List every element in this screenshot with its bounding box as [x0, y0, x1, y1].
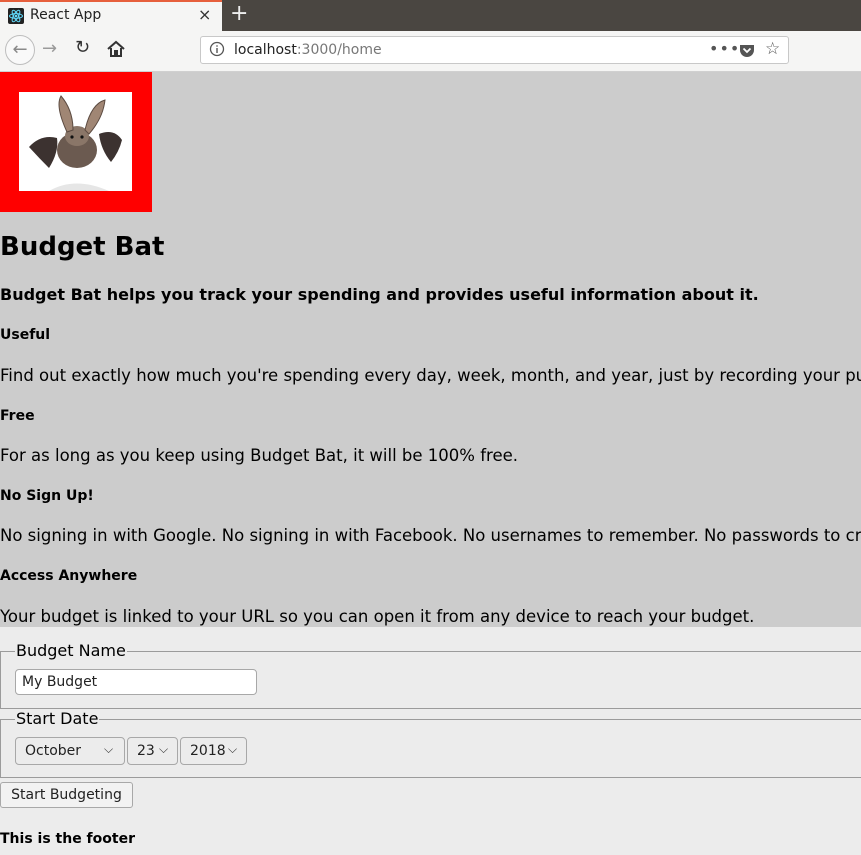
chevron-down-icon: ⌵: [159, 742, 169, 756]
budget-name-input[interactable]: [15, 669, 257, 695]
month-select[interactable]: October ⌵: [15, 737, 125, 765]
chevron-down-icon: ⌵: [228, 742, 238, 756]
info-icon[interactable]: [209, 41, 225, 57]
year-select[interactable]: 2018 ⌵: [180, 737, 247, 765]
tab-title: React App: [30, 7, 102, 23]
browser-navbar: ← → ↻ localhost:3000/home ••• ☆: [0, 31, 861, 72]
address-bar[interactable]: localhost:3000/home ••• ☆: [200, 36, 789, 64]
chevron-down-icon: ⌵: [104, 742, 114, 756]
feature-text-free: For as long as you keep using Budget Bat…: [0, 446, 518, 465]
feature-heading-useful: Useful: [0, 327, 51, 343]
browser-tab[interactable]: React App ×: [0, 0, 222, 31]
browser-tab-strip: React App × +: [0, 0, 861, 31]
reload-icon[interactable]: ↻: [75, 37, 90, 58]
page-content: Budget Bat Budget Bat helps you track yo…: [0, 72, 861, 855]
start-date-fieldset: Start Date October ⌵ 23 ⌵ 2018 ⌵: [0, 709, 861, 778]
new-tab-icon[interactable]: +: [230, 1, 248, 27]
page-title: Budget Bat: [0, 232, 165, 262]
footer-text: This is the footer: [0, 831, 135, 847]
feature-text-useful: Find out exactly how much you're spendin…: [0, 366, 861, 385]
react-logo-icon: [8, 8, 24, 24]
page-actions-icon[interactable]: •••: [709, 39, 740, 58]
back-arrow-icon[interactable]: ←: [5, 35, 35, 65]
feature-heading-free: Free: [0, 408, 35, 424]
url-text: localhost:3000/home: [234, 42, 382, 58]
logo-frame: [0, 72, 152, 212]
budget-name-legend: Budget Name: [15, 641, 127, 660]
budget-name-fieldset: Budget Name: [0, 641, 861, 709]
start-date-legend: Start Date: [15, 709, 100, 728]
url-path: :3000/home: [296, 42, 382, 58]
forward-arrow-icon[interactable]: →: [42, 38, 57, 59]
home-icon[interactable]: [106, 39, 126, 59]
start-budgeting-button[interactable]: Start Budgeting: [0, 782, 133, 808]
pocket-icon[interactable]: [739, 43, 755, 58]
feature-heading-no-sign-up: No Sign Up!: [0, 488, 94, 504]
year-select-value: 2018: [190, 743, 226, 759]
hero-section: Budget Bat Budget Bat helps you track yo…: [0, 72, 861, 627]
feature-heading-access-anywhere: Access Anywhere: [0, 568, 138, 584]
close-tab-icon[interactable]: ×: [198, 5, 211, 24]
day-select[interactable]: 23 ⌵: [127, 737, 178, 765]
bookmark-star-icon[interactable]: ☆: [765, 39, 780, 59]
feature-text-access-anywhere: Your budget is linked to your URL so you…: [0, 607, 755, 626]
url-host: localhost: [234, 42, 297, 58]
bat-logo-image: [19, 92, 132, 191]
tagline: Budget Bat helps you track your spending…: [0, 285, 759, 304]
month-select-value: October: [25, 743, 82, 759]
day-select-value: 23: [137, 743, 155, 759]
feature-text-no-sign-up: No signing in with Google. No signing in…: [0, 526, 861, 545]
